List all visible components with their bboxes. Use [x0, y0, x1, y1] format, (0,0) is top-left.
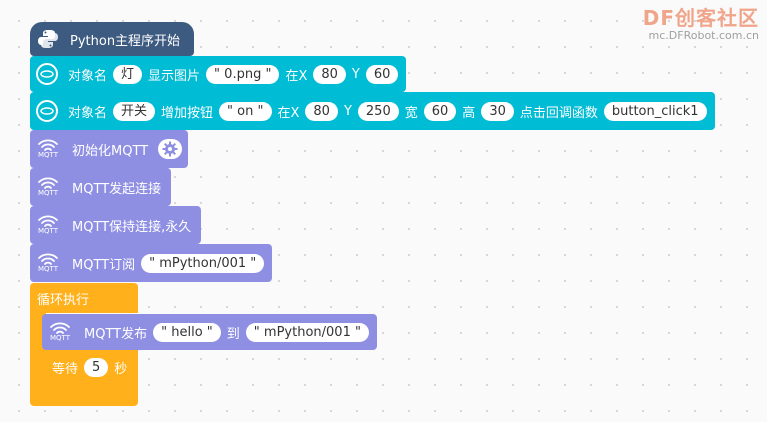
- mqtt-publish-block[interactable]: MQTT MQTT发布 hello 到 mPython/001: [42, 314, 377, 350]
- mqtt-connect-block[interactable]: MQTT MQTT发起连接: [30, 168, 172, 206]
- object-name-field[interactable]: 灯: [113, 64, 143, 84]
- block-label: Y: [351, 66, 360, 82]
- python-main-start-block[interactable]: Python主程序开始: [30, 22, 195, 56]
- object-name-field[interactable]: 开关: [113, 101, 156, 121]
- block-label: 到: [226, 326, 240, 342]
- screen-object-icon: [36, 63, 58, 85]
- wifi-mqtt-icon: MQTT: [32, 172, 64, 202]
- wifi-mqtt-icon: MQTT: [32, 248, 64, 278]
- block-label: Python主程序开始: [70, 33, 181, 49]
- show-image-block[interactable]: 对象名 灯 显示图片 0.png 在X 80 Y 60: [30, 56, 407, 92]
- topic-field[interactable]: mPython/001: [141, 253, 265, 273]
- topic-field[interactable]: mPython/001: [245, 322, 369, 342]
- wifi-mqtt-icon: MQTT: [44, 317, 76, 347]
- block-label: 在X: [277, 105, 300, 121]
- width-field[interactable]: 60: [423, 101, 457, 121]
- wait-seconds-field[interactable]: 5: [84, 357, 109, 377]
- y-field[interactable]: 60: [365, 64, 399, 84]
- block-label: 对象名: [68, 68, 108, 84]
- wifi-mqtt-icon: MQTT: [32, 210, 64, 240]
- mqtt-icon-label: MQTT: [38, 151, 58, 159]
- block-label: MQTT发起连接: [72, 181, 162, 197]
- y-field[interactable]: 250: [357, 101, 399, 121]
- block-label: 循环执行: [37, 293, 90, 308]
- wifi-mqtt-icon: MQTT: [32, 134, 64, 164]
- watermark-url: mc.DFRobot.com.cn: [648, 29, 759, 42]
- watermark-brand: DF创客社区: [642, 6, 759, 30]
- mqtt-icon-label: MQTT: [38, 265, 58, 273]
- block-label: MQTT订阅: [72, 257, 136, 273]
- height-field[interactable]: 30: [481, 101, 514, 121]
- block-label: Y: [343, 103, 352, 119]
- wait-block[interactable]: 等待 5 秒: [42, 350, 138, 384]
- block-label: 初始化MQTT: [72, 143, 149, 159]
- x-field[interactable]: 80: [313, 64, 346, 84]
- block-label: MQTT保持连接,永久: [72, 219, 192, 235]
- block-label: 秒: [114, 361, 128, 377]
- mqtt-subscribe-block[interactable]: MQTT MQTT订阅 mPython/001: [30, 244, 273, 282]
- screen-object-icon: [36, 100, 58, 122]
- block-label: 高: [462, 105, 476, 121]
- block-label: MQTT发布: [84, 326, 148, 342]
- gear-icon[interactable]: [158, 139, 183, 159]
- mqtt-init-block[interactable]: MQTT 初始化MQTT: [30, 130, 189, 168]
- block-label: 宽: [404, 105, 418, 121]
- block-label: 等待: [52, 361, 79, 377]
- watermark: DF创客社区 mc.DFRobot.com.cn: [643, 2, 759, 42]
- block-label: 增加按钮: [161, 105, 214, 121]
- block-label: 显示图片: [148, 68, 201, 84]
- mqtt-icon-label: MQTT: [38, 189, 58, 197]
- x-field[interactable]: 80: [305, 101, 338, 121]
- block-label: 对象名: [68, 105, 108, 121]
- python-icon: [36, 27, 60, 51]
- add-button-block[interactable]: 对象名 开关 增加按钮 on 在X 80 Y 250 宽 60 高 30 点击回…: [30, 92, 715, 130]
- block-label: 在X: [285, 68, 308, 84]
- image-file-field[interactable]: 0.png: [206, 64, 280, 84]
- block-label: 点击回调函数: [519, 105, 598, 121]
- mqtt-icon-label: MQTT: [50, 334, 70, 342]
- mqtt-keep-alive-block[interactable]: MQTT MQTT保持连接,永久: [30, 206, 202, 244]
- mqtt-icon-label: MQTT: [38, 227, 58, 235]
- message-field[interactable]: hello: [153, 322, 221, 342]
- button-text-field[interactable]: on: [219, 101, 272, 121]
- callback-field[interactable]: button_click1: [603, 101, 707, 121]
